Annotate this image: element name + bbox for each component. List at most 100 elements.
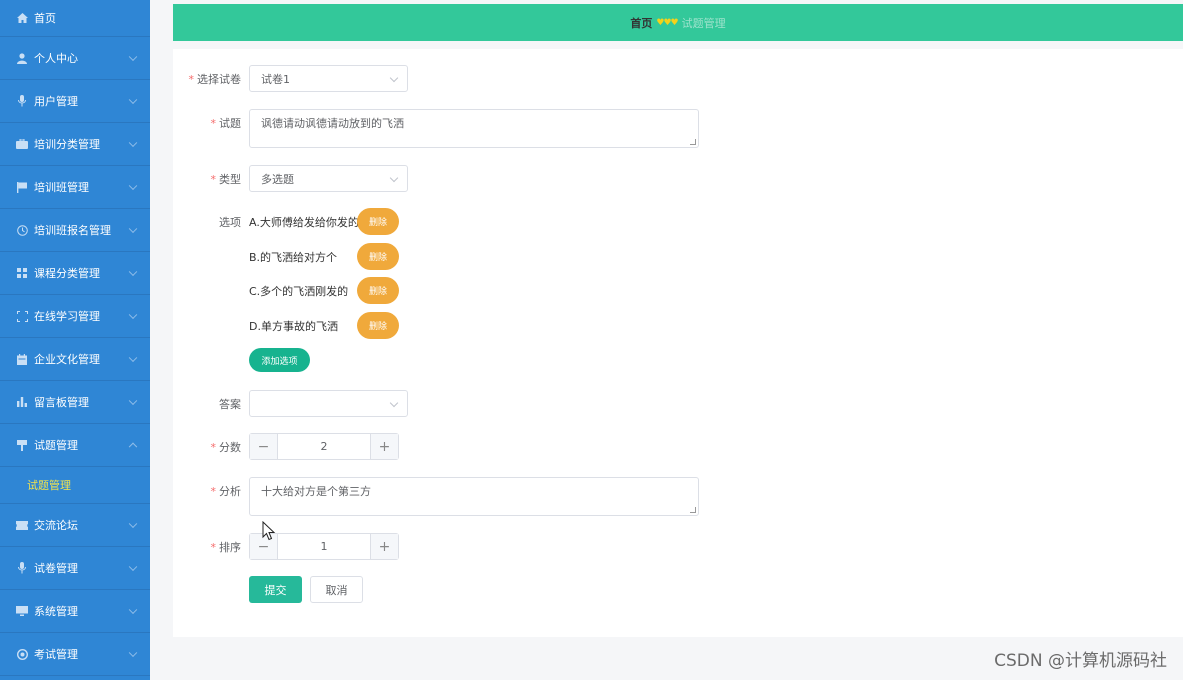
breadcrumb-home[interactable]: 首页: [630, 15, 652, 31]
sidebar-item-label: 在线学习管理: [34, 310, 100, 323]
chevron-down-icon: [128, 181, 138, 191]
submit-button[interactable]: 提交: [249, 576, 302, 603]
breadcrumb-current: 试题管理: [681, 16, 726, 30]
minus-icon[interactable]: −: [250, 434, 278, 459]
chevron-down-icon: [128, 396, 138, 406]
sidebar-item-label: 考试管理: [34, 648, 78, 661]
sidebar-item-training-signup[interactable]: 培训班报名管理: [0, 209, 150, 252]
paper-select-value: 试卷1: [261, 72, 290, 86]
sidebar-item-label: 试卷管理: [34, 562, 78, 575]
plus-icon[interactable]: +: [370, 534, 398, 559]
sidebar-item-system-management[interactable]: 系统管理: [0, 590, 150, 633]
home-icon: [16, 12, 28, 24]
chevron-down-icon: [389, 73, 399, 83]
sidebar-item-label: 留言板管理: [34, 396, 89, 409]
analysis-textarea[interactable]: 十大给对方是个第三方: [249, 477, 699, 516]
monitor-icon: [16, 605, 28, 617]
breadcrumb: 首页 ♥♥♥ 试题管理: [173, 4, 1183, 41]
sidebar-item-label: 课程分类管理: [34, 267, 100, 280]
chevron-down-icon: [128, 267, 138, 277]
type-select-value: 多选题: [261, 172, 294, 186]
sidebar-item-label: 用户管理: [34, 95, 78, 108]
heart-separator-icon: ♥♥♥: [656, 17, 678, 28]
mic-icon: [16, 562, 28, 574]
resize-handle-icon[interactable]: [690, 139, 696, 145]
plus-icon[interactable]: +: [370, 434, 398, 459]
delete-option-a-button[interactable]: 删除: [357, 208, 399, 235]
sidebar-item-label: 企业文化管理: [34, 353, 100, 366]
user-icon: [16, 52, 28, 64]
sidebar-item-forum[interactable]: 交流论坛: [0, 504, 150, 547]
option-c-text: C.多个的飞洒刚发的: [249, 285, 349, 298]
calendar-icon: [16, 353, 28, 365]
clock-icon: [16, 224, 28, 236]
delete-option-c-button[interactable]: 删除: [357, 277, 399, 304]
bar-chart-icon: [16, 396, 28, 408]
chevron-up-icon: [128, 442, 138, 452]
sidebar-item-training-category[interactable]: 培训分类管理: [0, 123, 150, 166]
sidebar-item-label: 试题管理: [34, 439, 78, 452]
sidebar-item-message-board[interactable]: 留言板管理: [0, 381, 150, 424]
sidebar-item-question-management[interactable]: 试题管理: [0, 424, 150, 467]
sidebar-item-label: 系统管理: [34, 605, 78, 618]
chevron-down-icon: [128, 519, 138, 529]
chevron-down-icon: [128, 95, 138, 105]
watermark: CSDN @计算机源码社: [994, 651, 1167, 671]
order-value[interactable]: 1: [278, 534, 370, 559]
sidebar-item-paper-management[interactable]: 试卷管理: [0, 547, 150, 590]
sidebar-item-course-category[interactable]: 课程分类管理: [0, 252, 150, 295]
question-textarea[interactable]: 讽德请动讽德请动放到的飞洒: [249, 109, 699, 148]
sidebar-item-personal-center[interactable]: 个人中心: [0, 37, 150, 80]
sidebar-item-online-learning[interactable]: 在线学习管理: [0, 295, 150, 338]
ticket-icon: [16, 519, 28, 531]
mouse-cursor-icon: [262, 521, 276, 541]
score-label: * 分数: [210, 441, 242, 454]
cancel-button[interactable]: 取消: [310, 576, 363, 603]
chevron-down-icon: [128, 224, 138, 234]
sidebar-subitem-question-management[interactable]: 试题管理: [0, 467, 150, 504]
sidebar-item-training-class[interactable]: 培训班管理: [0, 166, 150, 209]
chevron-down-icon: [389, 173, 399, 183]
sidebar-item-home[interactable]: 首页: [0, 0, 150, 37]
sidebar-item-label: 培训班报名管理: [34, 224, 111, 237]
question-label: * 试题: [210, 117, 242, 130]
sidebar-item-user-management[interactable]: 用户管理: [0, 80, 150, 123]
sidebar-item-label: 个人中心: [34, 52, 78, 65]
score-stepper[interactable]: − 2 +: [249, 433, 399, 460]
add-option-button[interactable]: 添加选项: [249, 348, 310, 372]
resize-handle-icon[interactable]: [690, 507, 696, 513]
option-a-text: A.大师傅给发给你发的: [249, 216, 359, 229]
sidebar: 首页 个人中心 用户管理 培训分类管理 培训班管理 培训班报名管理 课程分类管理…: [0, 0, 150, 680]
paper-select[interactable]: 试卷1: [249, 65, 408, 92]
analysis-text: 十大给对方是个第三方: [261, 485, 371, 498]
sidebar-subitem-label: 试题管理: [27, 479, 71, 492]
sidebar-item-label: 培训班管理: [34, 181, 89, 194]
sidebar-item-label: 首页: [34, 12, 56, 25]
chevron-down-icon: [128, 562, 138, 572]
settings-icon: [16, 648, 28, 660]
question-form: * 选择试卷 试卷1 * 试题 讽德请动讽德请动放到的飞洒 * 类型 多选题 选项 A…: [173, 49, 1183, 637]
option-b-text: B.的飞洒给对方个: [249, 251, 338, 264]
answer-select[interactable]: [249, 390, 408, 417]
delete-option-b-button[interactable]: 删除: [357, 243, 399, 270]
sidebar-item-label: 交流论坛: [34, 519, 78, 532]
question-text: 讽德请动讽德请动放到的飞洒: [261, 117, 404, 130]
chevron-down-icon: [128, 310, 138, 320]
grid-icon: [16, 267, 28, 279]
sidebar-item-corporate-culture[interactable]: 企业文化管理: [0, 338, 150, 381]
type-select[interactable]: 多选题: [249, 165, 408, 192]
chevron-down-icon: [128, 648, 138, 658]
sidebar-item-exam-management[interactable]: 考试管理: [0, 633, 150, 676]
frame-icon: [16, 310, 28, 322]
answer-label: 答案: [219, 398, 241, 411]
chevron-down-icon: [128, 138, 138, 148]
mic-icon: [16, 95, 28, 107]
order-label: * 排序: [210, 541, 242, 554]
chevron-down-icon: [128, 605, 138, 615]
delete-option-d-button[interactable]: 删除: [357, 312, 399, 339]
options-label: 选项: [219, 216, 241, 229]
option-d-text: D.单方事故的飞洒: [249, 320, 338, 333]
chevron-down-icon: [128, 353, 138, 363]
chevron-down-icon: [389, 398, 399, 408]
score-value[interactable]: 2: [278, 434, 370, 459]
